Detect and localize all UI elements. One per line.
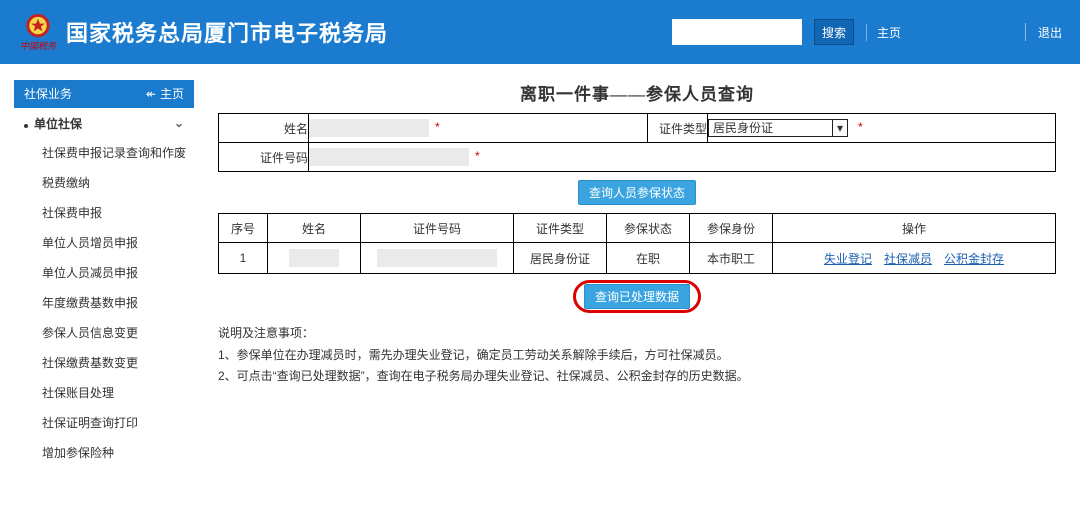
table-header: 证件类型 — [514, 214, 607, 243]
table-header: 姓名 — [268, 214, 361, 243]
sidebar-home-button[interactable]: ↞主页 — [146, 80, 184, 108]
sidebar: 社保业务 ↞主页 单位社保 ⌄ 社保费申报记录查询和作废税费缴纳社保费申报单位人… — [0, 68, 194, 468]
label-name: 姓名 — [219, 114, 309, 143]
site-title: 国家税务总局厦门市电子税务局 — [66, 16, 388, 48]
idtype-select[interactable]: 居民身份证▾ — [708, 119, 848, 137]
home-link[interactable]: 主页 — [866, 24, 901, 41]
notes: 说明及注意事项： 1、参保单位在办理减员时，需先办理失业登记，确定员工劳动关系解… — [218, 323, 1056, 388]
sidebar-item[interactable]: 社保缴费基数变更 — [14, 348, 194, 378]
result-table: 序号姓名证件号码证件类型参保状态参保身份操作 1 居民身份证 在职 本市职工 失… — [218, 213, 1056, 274]
query-form: 姓名 * 证件类型 居民身份证▾* 证件号码 * — [218, 113, 1056, 172]
cell-idno — [377, 249, 497, 267]
sidebar-item[interactable]: 年度缴费基数申报 — [14, 288, 194, 318]
cell-ops: 失业登记社保减员公积金封存 — [773, 243, 1056, 274]
op-link[interactable]: 公积金封存 — [944, 252, 1004, 266]
sidebar-item[interactable]: 社保费申报 — [14, 198, 194, 228]
search-input[interactable] — [672, 19, 802, 45]
sidebar-item[interactable]: 社保费申报记录查询和作废 — [14, 138, 194, 168]
note-line: 2、可点击“查询已处理数据”，查询在电子税务局办理失业登记、社保减员、公积金封存… — [218, 366, 1056, 388]
site-emblem: 中国税务 — [18, 12, 58, 52]
table-header: 参保状态 — [607, 214, 690, 243]
main-content: 离职一件事——参保人员查询 姓名 * 证件类型 居民身份证▾* 证件号码 * 查… — [194, 68, 1080, 468]
sidebar-item[interactable]: 增加参保险种 — [14, 438, 194, 468]
user-placeholder — [913, 22, 1013, 42]
table-header: 序号 — [219, 214, 268, 243]
idno-input[interactable] — [309, 148, 469, 166]
op-link[interactable]: 社保减员 — [884, 252, 932, 266]
table-header: 参保身份 — [690, 214, 773, 243]
chevron-down-icon: ⌄ — [174, 116, 184, 130]
op-link[interactable]: 失业登记 — [824, 252, 872, 266]
label-idtype: 证件类型 — [648, 114, 708, 143]
page-title: 离职一件事——参保人员查询 — [218, 80, 1056, 105]
search-button[interactable]: 搜索 — [814, 19, 854, 45]
logout-link[interactable]: 退出 — [1038, 24, 1062, 41]
cell-seq: 1 — [219, 243, 268, 274]
label-idno: 证件号码 — [219, 143, 309, 172]
divider — [1025, 23, 1026, 41]
highlight-ring: 查询已处理数据 — [573, 280, 701, 313]
cell-idtype: 居民身份证 — [514, 243, 607, 274]
note-line: 1、参保单位在办理减员时，需先办理失业登记，确定员工劳动关系解除手续后，方可社保… — [218, 345, 1056, 367]
name-input[interactable] — [309, 119, 429, 137]
arrow-left-icon: ↞ — [146, 80, 156, 108]
sidebar-category[interactable]: 单位社保 ⌄ — [14, 108, 194, 138]
table-header: 证件号码 — [361, 214, 514, 243]
query-status-button[interactable]: 查询人员参保状态 — [578, 180, 696, 205]
sidebar-item[interactable]: 社保证明查询打印 — [14, 408, 194, 438]
table-header: 操作 — [773, 214, 1056, 243]
cell-identity: 本市职工 — [690, 243, 773, 274]
cell-status: 在职 — [607, 243, 690, 274]
chevron-down-icon: ▾ — [832, 119, 848, 137]
sidebar-item[interactable]: 税费缴纳 — [14, 168, 194, 198]
sidebar-header: 社保业务 ↞主页 — [14, 80, 194, 108]
query-processed-button[interactable]: 查询已处理数据 — [584, 284, 690, 309]
sidebar-item[interactable]: 单位人员减员申报 — [14, 258, 194, 288]
sidebar-item[interactable]: 单位人员增员申报 — [14, 228, 194, 258]
sidebar-item[interactable]: 参保人员信息变更 — [14, 318, 194, 348]
notes-title: 说明及注意事项： — [218, 323, 1056, 345]
sidebar-title: 社保业务 — [24, 80, 72, 108]
sidebar-item[interactable]: 社保账目处理 — [14, 378, 194, 408]
cell-name — [289, 249, 339, 267]
